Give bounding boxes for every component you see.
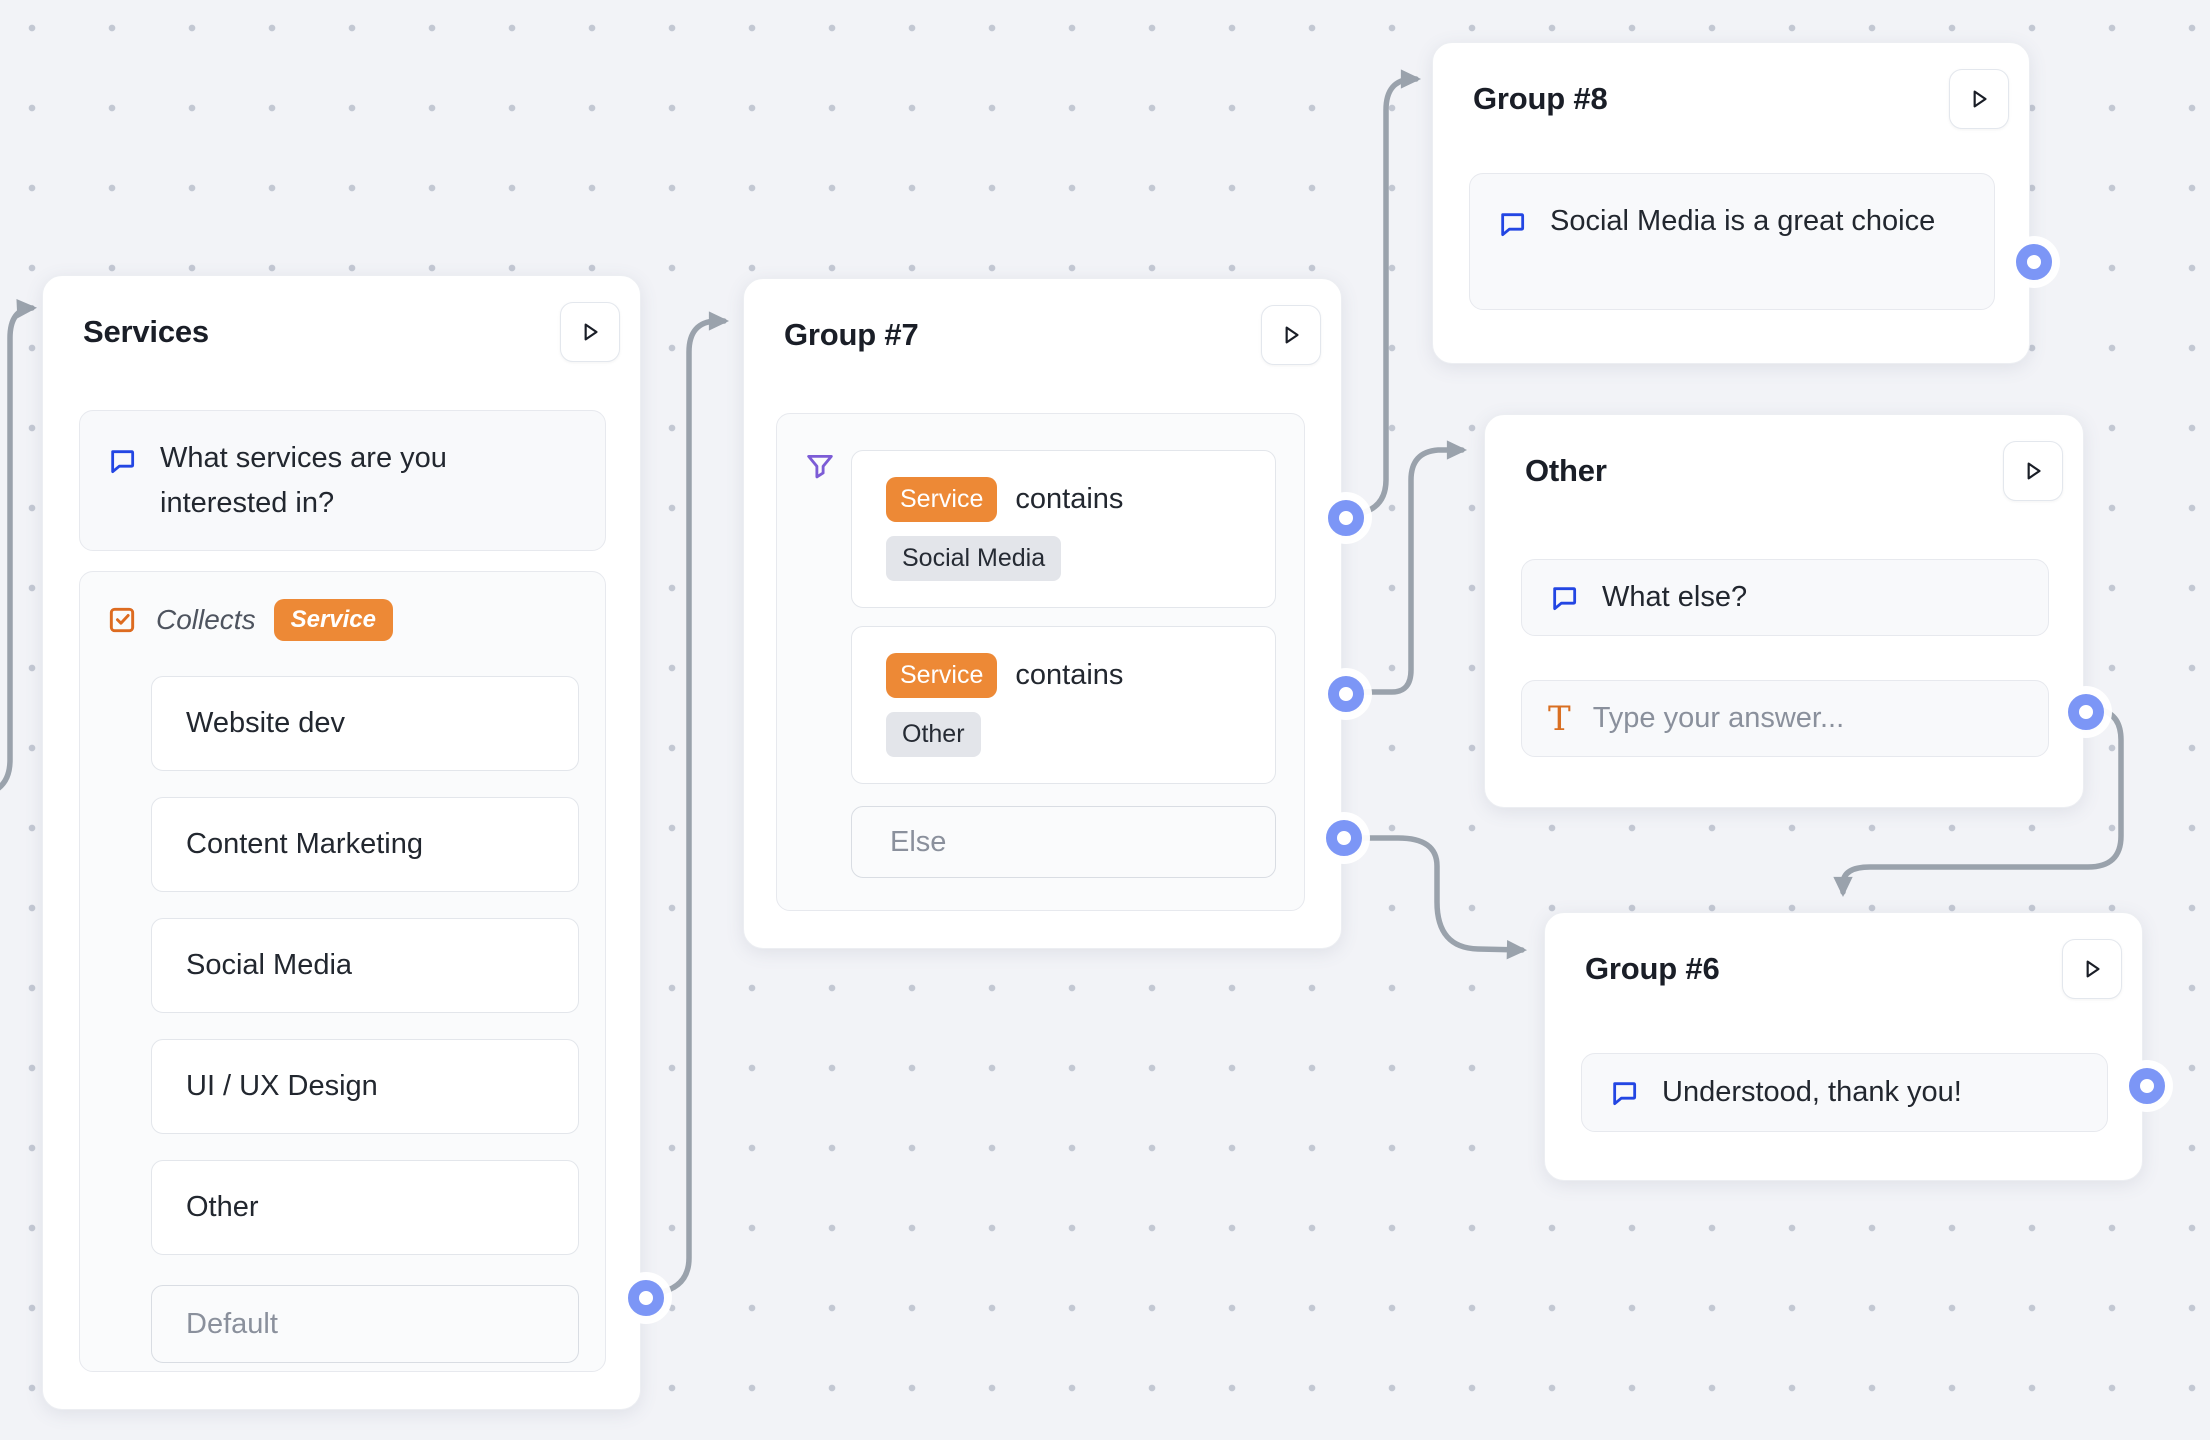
node-title[interactable]: Services (83, 314, 209, 350)
connection-port-group8[interactable] (2016, 244, 2052, 280)
play-icon (1278, 321, 1304, 349)
choice-input-block[interactable]: Collects Service Website dev Content Mar… (79, 571, 606, 1372)
choice-item[interactable]: Website dev (151, 676, 579, 771)
text-input-block[interactable]: T Type your answer... (1521, 680, 2049, 757)
connection-port-cond1[interactable] (1328, 500, 1364, 536)
node-title[interactable]: Other (1525, 453, 1607, 489)
filter-funnel-icon (803, 450, 837, 489)
edge-cond1-to-group8 (1362, 79, 1416, 513)
variable-chip: Service (886, 653, 997, 698)
play-icon (1966, 85, 1992, 113)
bubble-text: Social Media is a great choice (1550, 199, 1935, 244)
flow-canvas[interactable]: Services What services are you intereste… (0, 0, 2210, 1440)
node-title[interactable]: Group #6 (1585, 951, 1719, 987)
chat-bubble-icon (1496, 208, 1528, 240)
input-placeholder: Type your answer... (1593, 702, 1844, 735)
edge-incoming-services (0, 308, 32, 792)
value-chip: Other (886, 712, 981, 757)
connection-port-else[interactable] (1326, 820, 1362, 856)
checkbox-icon (106, 604, 138, 636)
text-bubble-block[interactable]: Social Media is a great choice (1469, 173, 1995, 310)
else-item[interactable]: Else (851, 806, 1276, 878)
choice-item[interactable]: Other (151, 1160, 579, 1255)
operator-label: contains (1015, 483, 1123, 516)
collects-label: Collects (156, 604, 256, 636)
chat-bubble-icon (1608, 1077, 1640, 1109)
play-button[interactable] (1261, 305, 1321, 365)
connection-port-group6[interactable] (2129, 1068, 2165, 1104)
edge-else-to-group6 (1361, 838, 1522, 950)
chat-bubble-icon (1548, 582, 1580, 614)
connection-port-other-input[interactable] (2068, 694, 2104, 730)
text-bubble-block[interactable]: What else? (1521, 559, 2049, 636)
choice-item[interactable]: Social Media (151, 918, 579, 1013)
condition-item[interactable]: Service contains Other (851, 626, 1276, 784)
chat-bubble-icon (106, 445, 138, 477)
connection-port-cond2[interactable] (1328, 676, 1364, 712)
node-group6[interactable]: Group #6 Understood, thank you! (1544, 912, 2143, 1181)
play-button[interactable] (1949, 69, 2009, 129)
condition-block[interactable]: Service contains Social Media Service co… (776, 413, 1305, 911)
node-header: Services (83, 300, 620, 364)
play-icon (2079, 955, 2105, 983)
text-bubble-block[interactable]: What services are you interested in? (79, 410, 606, 551)
play-icon (2020, 457, 2046, 485)
connection-port-services-default[interactable] (628, 1280, 664, 1316)
edge-default-to-group7 (658, 321, 724, 1293)
variable-chip: Service (886, 477, 997, 522)
operator-label: contains (1015, 659, 1123, 692)
node-header: Group #7 (784, 303, 1321, 367)
edge-cond2-to-other (1363, 450, 1462, 692)
node-group7[interactable]: Group #7 Service contains Social Media (743, 278, 1342, 949)
value-chip: Social Media (886, 536, 1061, 581)
condition-item[interactable]: Service contains Social Media (851, 450, 1276, 608)
choice-item[interactable]: Content Marketing (151, 797, 579, 892)
node-header: Group #6 (1585, 937, 2122, 1001)
bubble-text: What services are you interested in? (160, 436, 579, 526)
choice-item[interactable]: UI / UX Design (151, 1039, 579, 1134)
node-header: Other (1525, 439, 2063, 503)
play-button[interactable] (560, 302, 620, 362)
node-title[interactable]: Group #7 (784, 317, 918, 353)
bubble-text: What else? (1602, 581, 1747, 614)
play-button[interactable] (2062, 939, 2122, 999)
play-icon (577, 318, 603, 346)
text-bubble-block[interactable]: Understood, thank you! (1581, 1053, 2108, 1132)
node-other[interactable]: Other What else? T Type your answer... (1484, 414, 2084, 808)
node-title[interactable]: Group #8 (1473, 81, 1607, 117)
node-services[interactable]: Services What services are you intereste… (42, 275, 641, 1410)
bubble-text: Understood, thank you! (1662, 1076, 1962, 1109)
node-header: Group #8 (1473, 67, 2009, 131)
play-button[interactable] (2003, 441, 2063, 501)
default-choice-item[interactable]: Default (151, 1285, 579, 1363)
variable-badge[interactable]: Service (274, 599, 393, 641)
node-group8[interactable]: Group #8 Social Media is a great choice (1432, 42, 2030, 364)
text-input-icon: T (1548, 702, 1571, 736)
